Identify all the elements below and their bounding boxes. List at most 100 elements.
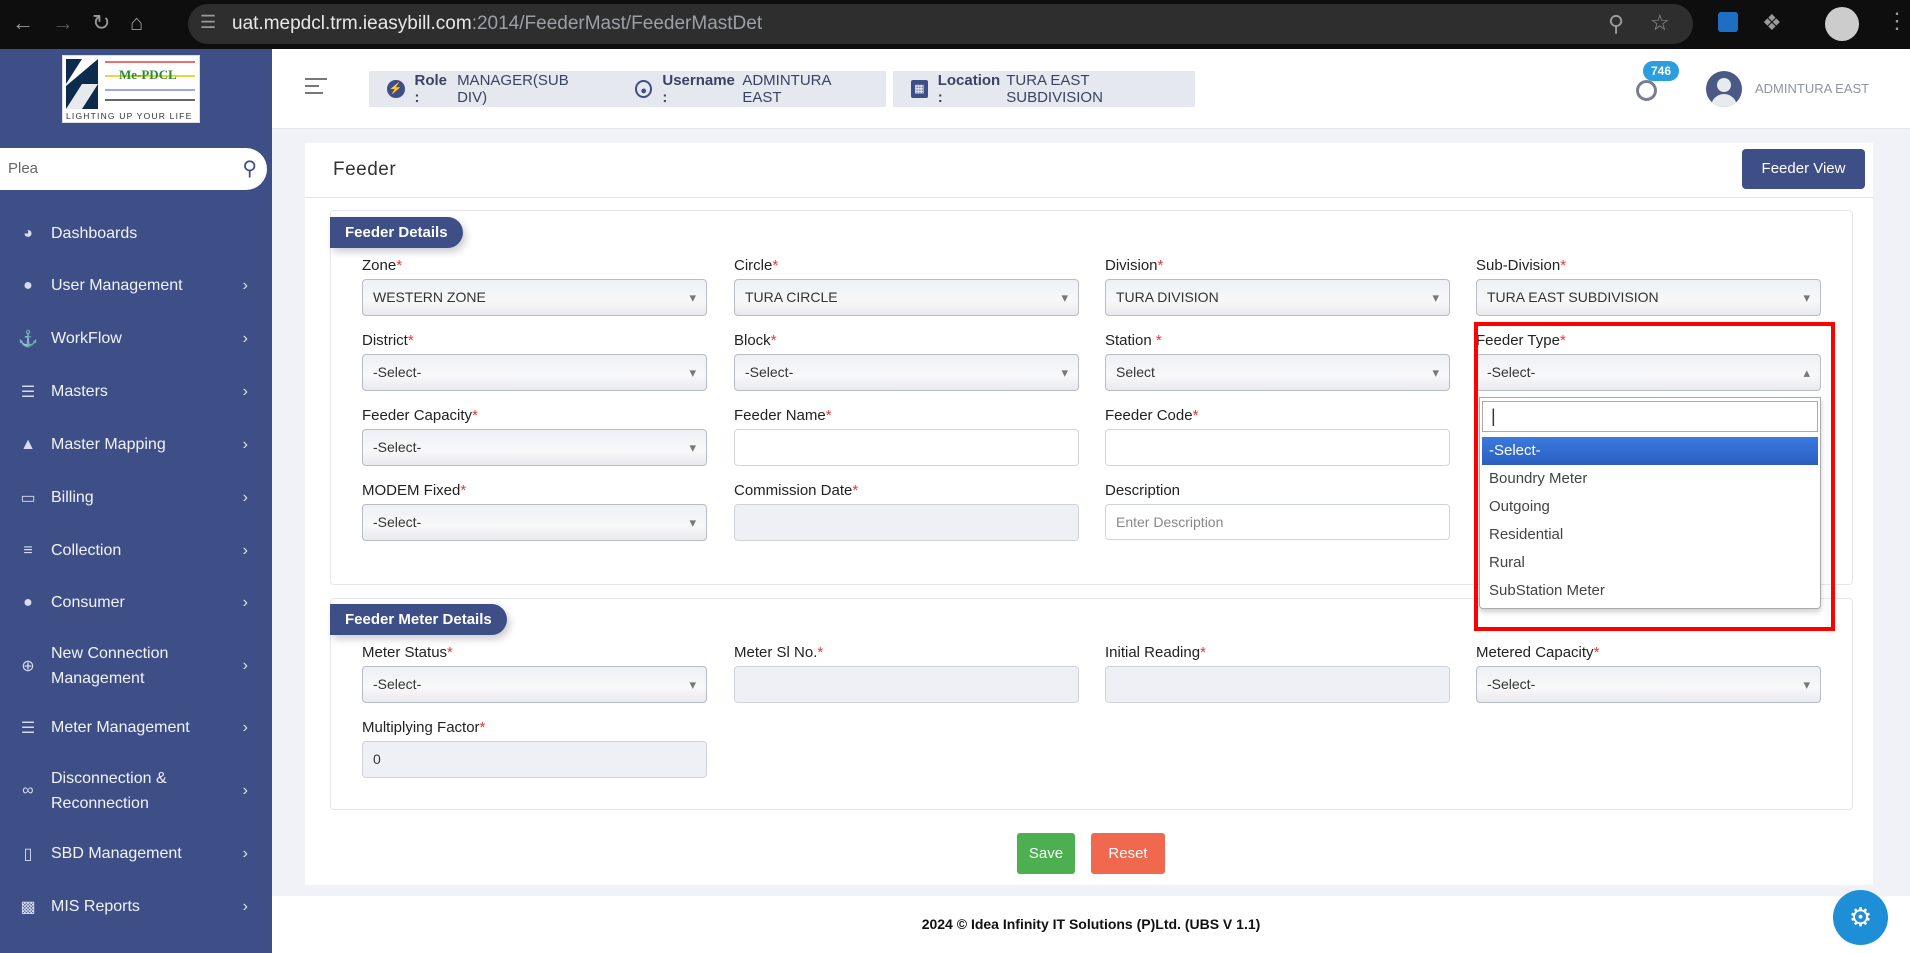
required-asterisk: * — [825, 407, 832, 424]
address-bar[interactable]: ☰ uat.mepdcl.trm.ieasybill.com:2014/Feed… — [188, 4, 1693, 44]
required-asterisk: * — [479, 719, 486, 736]
url-host: uat.mepdcl.trm.ieasybill.com — [232, 13, 472, 34]
home-icon[interactable]: ⌂ — [130, 10, 143, 36]
sidebar-item-disconnection[interactable]: ∞ Disconnection & Reconnection › — [0, 766, 272, 816]
select-meter_details-fields-3[interactable]: -Select- — [1476, 666, 1821, 703]
sidebar-item-masters[interactable]: ☰ Masters › — [0, 380, 272, 404]
select-feeder_details-fields-11[interactable]: -Select- — [362, 504, 707, 541]
select-meter_details-fields-0[interactable]: -Select- — [362, 666, 707, 703]
profile-avatar-icon[interactable] — [1825, 7, 1859, 41]
zoom-icon[interactable]: ⚲ — [1608, 11, 1624, 37]
sidebar-item-label: Meter Management — [51, 719, 190, 736]
field-label-text: Metered Capacity — [1476, 644, 1594, 661]
input-feeder_details-fields-10[interactable] — [1105, 429, 1450, 466]
chevron-right-icon: › — [242, 898, 248, 915]
field-label-text: Multiplying Factor — [362, 719, 480, 736]
input-feeder_details-fields-9[interactable] — [734, 429, 1079, 466]
select-feeder_details-fields-8[interactable]: -Select- — [362, 429, 707, 466]
sidebar-item-billing[interactable]: ▭ Billing › — [0, 486, 272, 510]
sidebar-item-label: New Connection Management — [51, 645, 169, 687]
user-avatar[interactable] — [1706, 71, 1742, 107]
search-icon[interactable]: ⚲ — [242, 156, 257, 181]
save-button[interactable]: Save — [1017, 833, 1075, 874]
field-label-text: Meter Status — [362, 644, 448, 661]
hamburger-menu-icon[interactable] — [305, 78, 329, 94]
sidebar-item-label: Dashboards — [51, 225, 138, 242]
required-asterisk: * — [407, 332, 414, 349]
select-feeder_details-fields-0[interactable]: WESTERN ZONE — [362, 279, 707, 316]
username-label: Username : — [662, 72, 735, 106]
field-label-text: Feeder Capacity — [362, 407, 473, 424]
user-icon: ● — [23, 594, 33, 611]
user-name[interactable]: ADMINTURA EAST — [1755, 81, 1869, 96]
reload-icon[interactable]: ↻ — [92, 10, 110, 36]
required-asterisk: * — [1593, 644, 1600, 661]
mepdcl-logo[interactable]: Me-PDCL LIGHTING UP YOUR LIFE — [62, 55, 200, 123]
star-icon[interactable]: ☆ — [1650, 10, 1670, 36]
sidebar-item-label: Master Mapping — [51, 436, 166, 453]
input-meter_details-fields-2[interactable] — [1105, 666, 1450, 703]
select-feeder_details-fields-4[interactable]: -Select- — [362, 354, 707, 391]
input-feeder_details-fields-12[interactable] — [734, 504, 1079, 541]
svg-text:LIGHTING UP YOUR LIFE: LIGHTING UP YOUR LIFE — [66, 111, 192, 121]
field-label-text: Circle — [734, 257, 773, 274]
bolt-icon: ⚡ — [387, 80, 405, 98]
chevron-right-icon: › — [242, 594, 248, 611]
feeder-view-button[interactable]: Feeder View — [1742, 149, 1865, 189]
select-feeder_details-fields-5[interactable]: -Select- — [734, 354, 1079, 391]
url-path: :2014/FeederMast/FeederMastDet — [471, 13, 763, 34]
sidebar-item-user-management[interactable]: ● User Management › — [0, 274, 272, 298]
chevron-right-icon: › — [242, 657, 248, 674]
back-icon[interactable]: ← — [12, 10, 34, 36]
settings-gear-icon[interactable]: ⚙ — [1833, 890, 1888, 945]
sidebar-item-mis-reports[interactable]: ▩ MIS Reports › — [0, 895, 272, 919]
field-label-text: Description — [1105, 482, 1181, 499]
mobile-icon: ▯ — [23, 846, 33, 863]
feeder-details-badge: Feeder Details — [330, 217, 463, 248]
select-feeder_details-fields-6[interactable]: Select — [1105, 354, 1450, 391]
divider — [305, 197, 1873, 198]
required-asterisk: * — [770, 332, 777, 349]
select-feeder_details-fields-3[interactable]: TURA EAST SUBDIVISION — [1476, 279, 1821, 316]
sidebar-search-input[interactable] — [0, 148, 200, 188]
input-meter_details-fields-1[interactable] — [734, 666, 1079, 703]
sidebar-item-label: MIS Reports — [51, 898, 140, 915]
sidebar-item-sbd-management[interactable]: ▯ SBD Management › — [0, 842, 272, 866]
reset-button[interactable]: Reset — [1091, 833, 1165, 874]
sidebar-item-meter-management[interactable]: ☰ Meter Management › — [0, 716, 272, 740]
list-icon: ≡ — [23, 542, 33, 559]
select-feeder_details-fields-1[interactable]: TURA CIRCLE — [734, 279, 1079, 316]
extension-icon[interactable] — [1718, 12, 1738, 32]
top-header: ⚡ Role : MANAGER(SUB DIV) ● Username : ADMIN… — [272, 49, 1910, 129]
sidebar-item-consumer[interactable]: ● Consumer › — [0, 591, 272, 615]
select-feeder_details-fields-2[interactable]: TURA DIVISION — [1105, 279, 1450, 316]
server-icon: ☰ — [20, 720, 36, 737]
menu-dots-icon[interactable]: ⋮ — [1886, 8, 1908, 34]
required-asterisk: * — [460, 482, 467, 499]
field-label-text: Station — [1105, 332, 1156, 349]
sidebar-item-dashboards[interactable]: ◕ Dashboards — [0, 222, 272, 246]
sidebar-item-master-mapping[interactable]: ▲ Master Mapping › — [0, 433, 272, 457]
required-asterisk: * — [1155, 332, 1162, 349]
required-asterisk: * — [852, 482, 859, 499]
sidebar-item-label: Consumer — [51, 594, 125, 611]
field-label-text: Division — [1105, 257, 1158, 274]
site-settings-icon[interactable]: ☰ — [200, 12, 216, 33]
sidebar-item-new-connection[interactable]: ⊕ New Connection Management › — [0, 641, 272, 691]
page-title: Feeder — [333, 159, 397, 180]
extensions-puzzle-icon[interactable]: ❖ — [1762, 10, 1782, 36]
clock-notification-icon[interactable] — [1636, 80, 1657, 101]
sidebar-item-workflow[interactable]: ⚓ WorkFlow › — [0, 327, 272, 351]
location-value: TURA EAST SUBDIVISION — [1006, 72, 1103, 106]
field-label-text: MODEM Fixed — [362, 482, 461, 499]
location-label: Location : — [937, 72, 1001, 106]
sidebar-item-collection[interactable]: ≡ Collection › — [0, 539, 272, 563]
field-label: MODEM Fixed* — [362, 482, 466, 499]
sidebar-item-label: SBD Management — [51, 845, 182, 862]
footer: 2024 © Idea Infinity IT Solutions (P)Ltd… — [272, 896, 1910, 953]
forward-icon[interactable]: → — [52, 10, 74, 36]
required-asterisk: * — [472, 407, 478, 424]
input-meter_details-fields-4[interactable]: 0 — [362, 741, 707, 778]
field-label-text: Meter Sl No. — [734, 644, 818, 661]
input-feeder_details-fields-13[interactable]: Enter Description — [1105, 504, 1450, 540]
